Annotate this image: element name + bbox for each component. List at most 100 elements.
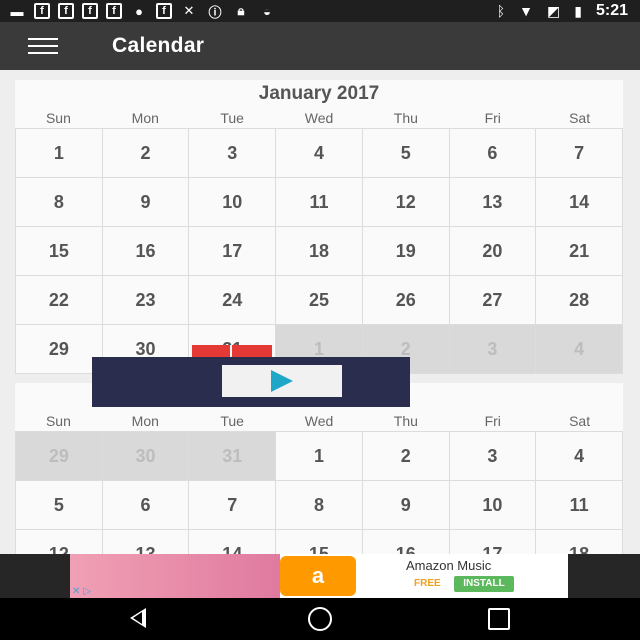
day-cell[interactable]: 1 [276, 432, 363, 481]
day-cell[interactable]: 21 [536, 227, 623, 276]
day-cell[interactable]: 3 [449, 432, 537, 481]
hamburger-menu-icon[interactable] [28, 38, 58, 54]
day-grid: 29 30 31 1 2 3 4 5 6 7 8 9 10 11 12 13 14 15 16 17 18 [15, 431, 623, 554]
day-cell[interactable]: 18 [276, 227, 363, 276]
day-grid: 1 2 3 4 5 6 7 8 9 10 11 12 13 14 15 16 17 18 19 20 21 22 23 24 2… [15, 128, 623, 374]
install-button[interactable]: INSTALL [454, 576, 514, 592]
ad-image: ✕▷ [70, 554, 280, 598]
day-cell[interactable]: 2 [362, 432, 450, 481]
day-cell[interactable]: 10 [189, 178, 277, 227]
day-cell[interactable]: 29 [16, 432, 103, 481]
facebook-icon: f [82, 3, 98, 19]
day-cell[interactable]: 7 [536, 129, 623, 178]
day-cell[interactable]: 3 [449, 325, 537, 374]
weekday-header: Sun Mon Tue Wed Thu Fri Sat [15, 108, 623, 128]
day-cell[interactable]: 6 [449, 129, 537, 178]
day-cell[interactable]: 27 [449, 276, 537, 325]
day-cell[interactable]: 6 [102, 481, 190, 530]
month-january: January 2017 Sun Mon Tue Wed Thu Fri Sat… [15, 80, 623, 374]
day-cell[interactable]: 17 [189, 227, 277, 276]
weekday-label: Fri [484, 413, 501, 429]
day-cell[interactable]: 24 [189, 276, 277, 325]
day-cell[interactable]: 16 [102, 227, 190, 276]
banner-ad-bar: ✕▷ a Amazon Music FREE INSTALL [0, 554, 640, 598]
day-cell[interactable]: 26 [362, 276, 450, 325]
day-cell[interactable]: 25 [276, 276, 363, 325]
month-title: January 2017 [258, 83, 380, 104]
page-title: Calendar [112, 34, 205, 57]
day-cell[interactable]: 29 [16, 325, 103, 374]
day-cell[interactable]: 10 [449, 481, 537, 530]
facebook-icon: f [106, 3, 122, 19]
day-cell[interactable]: 13 [449, 178, 537, 227]
day-cell[interactable]: 3 [189, 129, 277, 178]
day-cell[interactable]: 20 [449, 227, 537, 276]
ad-choices-icon[interactable]: ✕▷ [72, 586, 94, 597]
weekday-label: Wed [304, 110, 334, 126]
banner-ad[interactable]: ✕▷ a Amazon Music FREE INSTALL [70, 554, 568, 598]
facebook-icon: f [156, 3, 172, 19]
amazon-music-logo-icon: a [280, 556, 356, 596]
weekday-label: Sun [45, 110, 71, 126]
satellite-icon: ✕ [183, 3, 195, 18]
ad-free-label: FREE [414, 578, 441, 589]
day-cell[interactable]: 15 [16, 227, 103, 276]
day-cell[interactable]: 14 [189, 530, 277, 554]
day-cell[interactable]: 4 [536, 432, 623, 481]
day-cell[interactable]: 28 [536, 276, 623, 325]
day-cell[interactable]: 4 [536, 325, 623, 374]
android-icon: ◒ [263, 3, 271, 19]
day-cell[interactable]: 9 [362, 481, 450, 530]
day-cell[interactable]: 19 [362, 227, 450, 276]
day-cell[interactable]: 15 [276, 530, 363, 554]
day-cell[interactable]: 18 [536, 530, 623, 554]
overlay-ad[interactable] [92, 357, 410, 407]
weekday-label: Mon [131, 413, 159, 429]
day-cell[interactable]: 5 [16, 481, 103, 530]
wifi-icon: ▼ [519, 3, 534, 19]
ad-title: Amazon Music [406, 558, 492, 573]
play-icon [271, 370, 293, 392]
day-cell[interactable]: 5 [362, 129, 450, 178]
day-cell[interactable]: 13 [102, 530, 190, 554]
system-nav-bar [0, 598, 640, 640]
day-cell[interactable]: 16 [362, 530, 450, 554]
back-icon[interactable] [130, 608, 146, 628]
day-cell[interactable]: 11 [536, 481, 623, 530]
day-cell[interactable]: 12 [362, 178, 450, 227]
event-marker [190, 345, 272, 357]
calendar-scroll-area[interactable]: January 2017 Sun Mon Tue Wed Thu Fri Sat… [0, 70, 640, 554]
bluetooth-icon: ᛒ [496, 3, 506, 19]
day-cell[interactable]: 8 [276, 481, 363, 530]
weekday-label: Fri [484, 110, 501, 126]
home-icon[interactable] [308, 607, 332, 631]
day-cell[interactable]: 4 [276, 129, 363, 178]
day-cell[interactable]: 22 [16, 276, 103, 325]
weekday-label: Sat [569, 110, 591, 126]
lock-icon: 🔒︎ [237, 3, 245, 18]
facebook-icon: f [34, 3, 50, 19]
day-cell[interactable]: 2 [102, 129, 190, 178]
day-cell[interactable]: 12 [16, 530, 103, 554]
weekday-label: Sat [569, 413, 591, 429]
weekday-label: Tue [220, 110, 244, 126]
ad-thumbnail[interactable] [222, 365, 342, 397]
day-cell[interactable]: 23 [102, 276, 190, 325]
day-cell[interactable]: 30 [102, 432, 190, 481]
recent-apps-icon[interactable] [488, 608, 510, 630]
day-cell[interactable]: 31 [189, 432, 277, 481]
weekday-label: Sun [45, 413, 71, 429]
day-cell[interactable]: 7 [189, 481, 277, 530]
weekday-label: Thu [393, 110, 418, 126]
weekday-label: Mon [131, 110, 159, 126]
no-signal-icon: ◩ [547, 2, 561, 19]
day-cell[interactable]: 14 [536, 178, 623, 227]
notification-icons: ▬ f f f f ● f ✕ ⓘ 🔒︎ ◒ [8, 2, 276, 20]
day-cell[interactable]: 8 [16, 178, 103, 227]
day-cell[interactable]: 17 [449, 530, 537, 554]
day-cell[interactable]: 11 [276, 178, 363, 227]
facebook-icon: f [58, 3, 74, 19]
day-cell[interactable]: 9 [102, 178, 190, 227]
weekday-label: Wed [304, 413, 334, 429]
day-cell[interactable]: 1 [16, 129, 103, 178]
